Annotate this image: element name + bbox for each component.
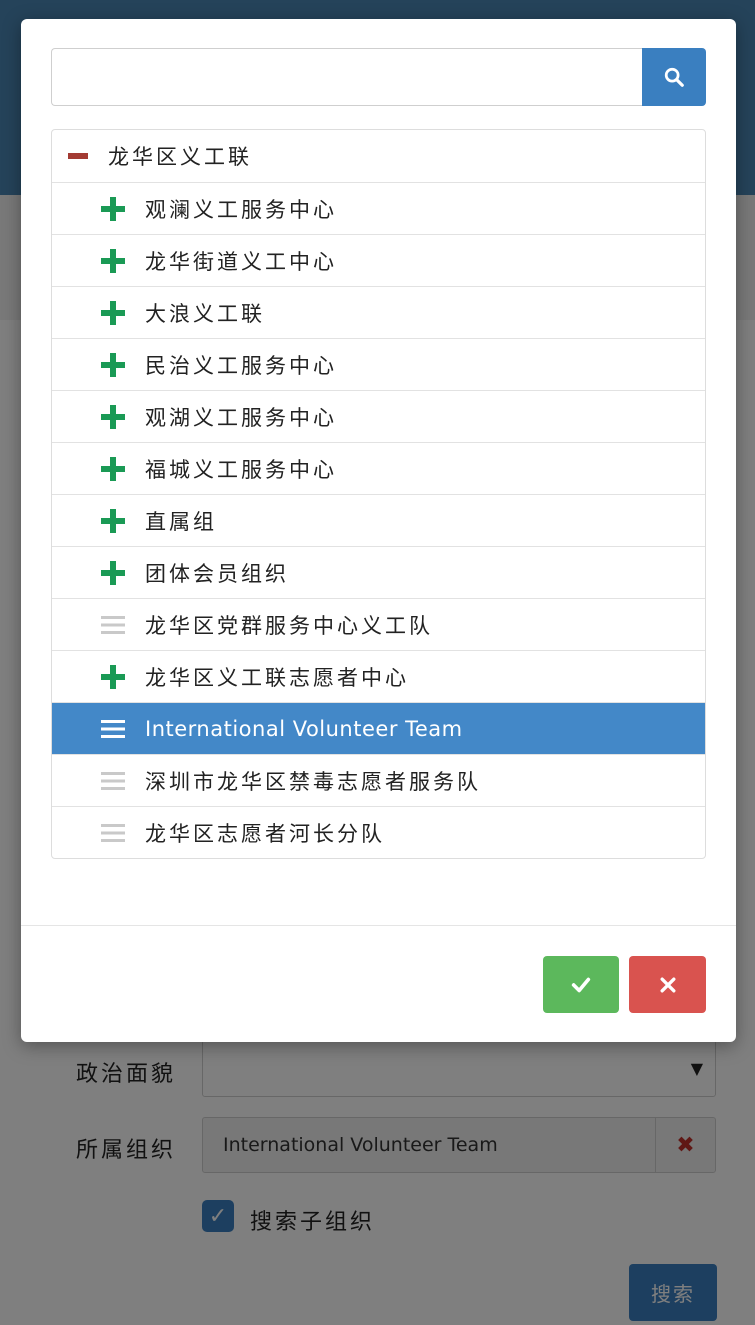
tree-node[interactable]: 团体会员组织	[52, 546, 705, 598]
confirm-button[interactable]	[543, 956, 619, 1013]
tree-node[interactable]: 福城义工服务中心	[52, 442, 705, 494]
tree-node[interactable]: 大浪义工联	[52, 286, 705, 338]
org-picker-dialog: 龙华区义工联 观澜义工服务中心 龙华街道义工中心 大浪义工联民治义工服务中心 观湖义工…	[21, 19, 736, 1042]
tree-node[interactable]: 龙华区党群服务中心义工队	[52, 598, 705, 650]
plus-icon[interactable]	[99, 351, 127, 379]
tree-node-selected[interactable]: International Volunteer Team	[52, 702, 705, 754]
close-icon	[660, 977, 675, 992]
plus-icon[interactable]	[99, 247, 127, 275]
tree-node[interactable]: 观澜义工服务中心	[52, 182, 705, 234]
tree-node[interactable]: 民治义工服务中心	[52, 338, 705, 390]
plus-icon[interactable]	[99, 195, 127, 223]
tree-node-label: 龙华区义工联	[108, 145, 252, 169]
plus-icon[interactable]	[99, 663, 127, 691]
tree-node-label: 直属组	[145, 509, 217, 534]
plus-icon[interactable]	[99, 455, 127, 483]
org-tree: 龙华区义工联 观澜义工服务中心 龙华街道义工中心 大浪义工联民治义工服务中心 观湖义工…	[51, 129, 706, 859]
tree-node[interactable]: 龙华区志愿者河长分队	[52, 806, 705, 858]
modal-divider	[21, 925, 736, 926]
plus-icon[interactable]	[99, 299, 127, 327]
tree-node-root[interactable]: 龙华区义工联	[52, 130, 705, 182]
tree-node-label: 福城义工服务中心	[145, 457, 337, 482]
tree-node[interactable]: 深圳市龙华区禁毒志愿者服务队	[52, 754, 705, 806]
search-icon	[664, 67, 684, 87]
tree-search-input[interactable]	[51, 48, 643, 106]
tree-node-label: 民治义工服务中心	[145, 353, 337, 378]
tree-node-label: 龙华区党群服务中心义工队	[145, 613, 433, 638]
tree-search	[51, 48, 706, 106]
tree-node[interactable]: 龙华区义工联志愿者中心	[52, 650, 705, 702]
tree-node-label: 龙华区义工联志愿者中心	[145, 665, 409, 690]
tree-node-label: 龙华区志愿者河长分队	[145, 821, 385, 846]
tree-node[interactable]: 龙华街道义工中心	[52, 234, 705, 286]
tree-search-button[interactable]	[642, 48, 706, 106]
check-icon	[571, 977, 591, 992]
tree-node-label: International Volunteer Team	[145, 716, 463, 741]
tree-node-label: 深圳市龙华区禁毒志愿者服务队	[145, 769, 481, 794]
list-icon	[99, 767, 127, 795]
cancel-button[interactable]	[629, 956, 706, 1013]
tree-node-label: 观澜义工服务中心	[145, 197, 337, 222]
minus-icon[interactable]	[64, 142, 92, 170]
tree-node-label: 龙华街道义工中心	[145, 249, 337, 274]
plus-icon[interactable]	[99, 559, 127, 587]
plus-icon[interactable]	[99, 507, 127, 535]
tree-node[interactable]: 直属组	[52, 494, 705, 546]
tree-node[interactable]: 观湖义工服务中心	[52, 390, 705, 442]
tree-node-label: 大浪义工联	[145, 301, 265, 326]
list-icon	[99, 819, 127, 847]
tree-node-label: 观湖义工服务中心	[145, 405, 337, 430]
list-icon	[99, 715, 127, 743]
list-icon	[99, 611, 127, 639]
plus-icon[interactable]	[99, 403, 127, 431]
tree-node-label: 团体会员组织	[145, 561, 289, 586]
